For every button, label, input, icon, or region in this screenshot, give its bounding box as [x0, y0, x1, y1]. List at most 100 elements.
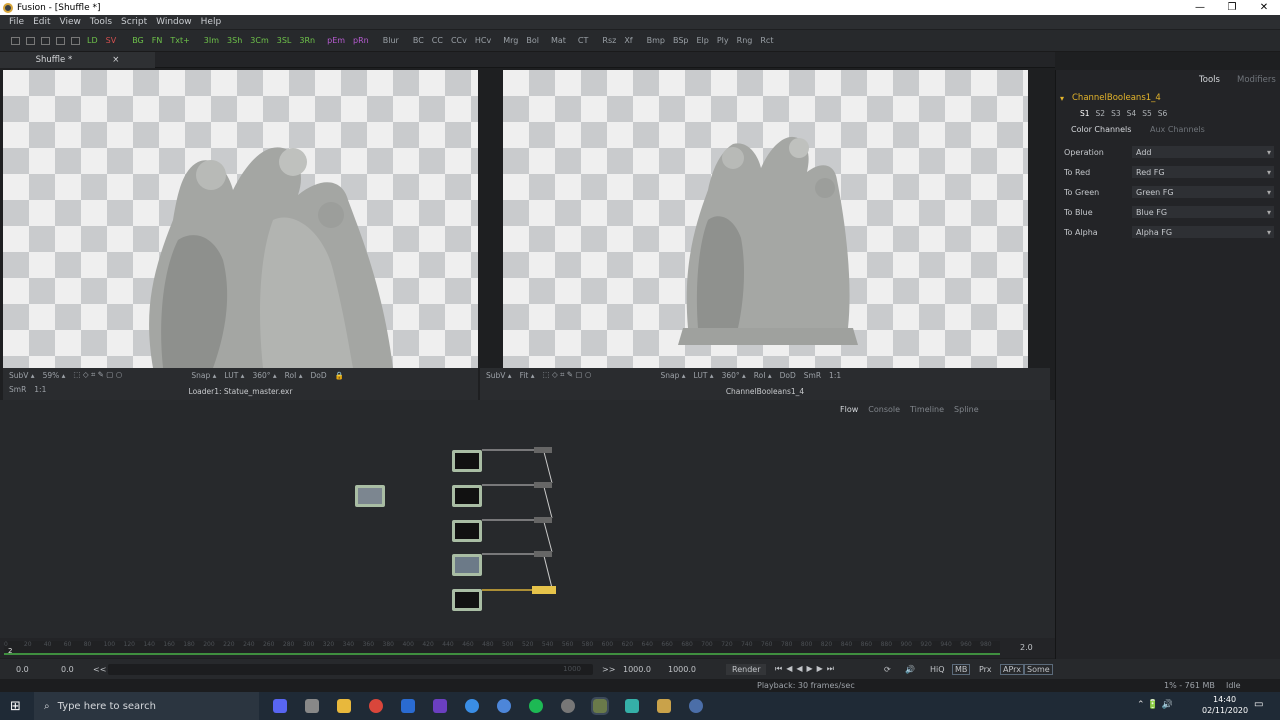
version-s4[interactable]: S4 [1127, 109, 1137, 118]
windows-start-icon[interactable]: ⊞ [10, 699, 21, 714]
chrome-icon[interactable] [369, 699, 383, 713]
tool-3d-image-button[interactable]: 3Im [200, 36, 223, 45]
version-s3[interactable]: S3 [1111, 109, 1121, 118]
tool-3d-shape-button[interactable]: 3Sh [223, 36, 246, 45]
some-button[interactable]: Some [1024, 663, 1053, 675]
version-s2[interactable]: S2 [1096, 109, 1106, 118]
subview-dropdown[interactable]: SubV ▴ [9, 371, 35, 380]
layout-icon[interactable] [11, 36, 20, 45]
fusion-taskbar-icon[interactable] [591, 697, 609, 715]
layout-icon[interactable] [26, 36, 35, 45]
time-ruler[interactable]: 0 20 40 60 80 100 120 140 160 180 200 220 240 260 280 3… [4, 641, 1000, 655]
global-start-field[interactable]: 0.0 [16, 665, 29, 674]
tool-cc-button[interactable]: CC [428, 36, 447, 45]
timeline-tab[interactable]: Timeline [910, 405, 944, 414]
menu-file[interactable]: File [9, 17, 24, 27]
viewer-tool-icons[interactable]: ⬚ ◇ ⌗ ✎ ▢ ○ [73, 370, 183, 380]
tool-polygon-button[interactable]: Ply [713, 36, 733, 45]
tool-transform-button[interactable]: Xf [620, 36, 636, 45]
tool-rectangle-button[interactable]: Rct [756, 36, 777, 45]
lut-dropdown[interactable]: LUT ▴ [694, 371, 714, 380]
360-dropdown[interactable]: 360° ▴ [252, 371, 276, 380]
360-dropdown[interactable]: 360° ▴ [722, 371, 746, 380]
global-end-field[interactable]: 1000.0 [668, 665, 696, 674]
tool-fastnoise-button[interactable]: FN [148, 36, 167, 45]
maximize-button[interactable]: ❐ [1216, 2, 1248, 13]
tool-merge-button[interactable]: Mrg [499, 36, 522, 45]
zoom-dropdown[interactable]: 59% ▴ [43, 371, 66, 380]
layout-icon[interactable] [56, 36, 65, 45]
range-end-button[interactable]: >> [602, 665, 615, 674]
snap-dropdown[interactable]: Snap ▴ [661, 371, 686, 380]
close-button[interactable]: ✕ [1248, 2, 1280, 13]
roi-dropdown[interactable]: RoI ▴ [754, 371, 772, 380]
version-s5[interactable]: S5 [1142, 109, 1152, 118]
range-start-button[interactable]: << [93, 665, 106, 674]
tool-blur-button[interactable]: Blur [379, 36, 403, 45]
spotify-icon[interactable] [529, 699, 543, 713]
dod-button[interactable]: DoD [311, 371, 327, 380]
hiq-button[interactable]: HiQ [930, 665, 945, 674]
render-end-field[interactable]: 1000.0 [623, 665, 651, 674]
menu-window[interactable]: Window [156, 17, 192, 27]
audio-icon[interactable]: 🔊 [905, 665, 915, 674]
close-tab-icon[interactable]: × [112, 55, 119, 65]
tool-hcv-button[interactable]: HCv [471, 36, 495, 45]
playback-controls[interactable]: ⏮◀◀▶▶⏭ [775, 664, 838, 674]
loop-icon[interactable]: ⟳ [884, 665, 891, 674]
menu-script[interactable]: Script [121, 17, 147, 27]
tool-matte-button[interactable]: Mat [547, 36, 570, 45]
obs-icon[interactable] [305, 699, 319, 713]
prx-button[interactable]: Prx [979, 665, 992, 674]
dod-button[interactable]: DoD [780, 371, 796, 380]
viewer-left[interactable] [3, 70, 478, 368]
tool-ct-button[interactable]: CT [574, 36, 592, 45]
menu-view[interactable]: View [60, 17, 81, 27]
notifications-icon[interactable]: ▭ [1254, 699, 1263, 710]
tool-bc-button[interactable]: BC [409, 36, 428, 45]
channel-node-2[interactable] [452, 485, 482, 507]
to-blue-dropdown[interactable]: Blue FG [1132, 206, 1274, 218]
taskbar-search[interactable]: ⌕ Type here to search [34, 692, 259, 720]
aprx-button[interactable]: APrx [1000, 663, 1024, 675]
to-alpha-dropdown[interactable]: Alpha FG [1132, 226, 1274, 238]
maya-icon[interactable] [625, 699, 639, 713]
app-icon[interactable] [433, 699, 447, 713]
tool-loader-button[interactable]: LD [83, 36, 102, 45]
loader-node[interactable] [355, 485, 385, 507]
lock-icon[interactable] [71, 36, 80, 45]
lock-icon[interactable]: 🔒 [335, 371, 344, 380]
blender-icon[interactable] [401, 699, 415, 713]
app-icon[interactable] [657, 699, 671, 713]
discord-icon[interactable] [273, 699, 287, 713]
minimize-button[interactable]: — [1184, 2, 1216, 13]
tool-resize-button[interactable]: Rsz [598, 36, 620, 45]
viewer-tool-icons[interactable]: ⬚ ◇ ⌗ ✎ ▢ ○ [543, 370, 653, 380]
render-button[interactable]: Render [726, 663, 767, 675]
tool-bspline-button[interactable]: BSp [669, 36, 693, 45]
tools-tab[interactable]: Tools [1199, 75, 1220, 85]
snap-dropdown[interactable]: Snap ▴ [191, 371, 216, 380]
tool-background-button[interactable]: BG [128, 36, 148, 45]
flow-tab[interactable]: Flow [840, 405, 858, 414]
subview-dropdown[interactable]: SubV ▴ [486, 371, 512, 380]
tool-particle-emitter-button[interactable]: pEm [323, 36, 349, 45]
spline-tab[interactable]: Spline [954, 405, 979, 414]
range-slider[interactable]: 1000 [108, 663, 593, 675]
lut-dropdown[interactable]: LUT ▴ [224, 371, 244, 380]
tool-boolean-button[interactable]: Bol [522, 36, 543, 45]
to-green-dropdown[interactable]: Green FG [1132, 186, 1274, 198]
tool-3d-camera-button[interactable]: 3Cm [246, 36, 272, 45]
davinci-icon[interactable] [689, 699, 703, 713]
roi-dropdown[interactable]: RoI ▴ [285, 371, 303, 380]
channel-node-5[interactable] [452, 589, 482, 611]
menu-help[interactable]: Help [201, 17, 222, 27]
channel-node-4[interactable] [452, 554, 482, 576]
tool-3d-render-button[interactable]: 3Rn [295, 36, 319, 45]
browser-icon[interactable] [497, 699, 511, 713]
channel-node-3[interactable] [452, 520, 482, 542]
menu-edit[interactable]: Edit [33, 17, 50, 27]
mb-button[interactable]: MB [952, 663, 971, 675]
app-icon[interactable] [465, 699, 479, 713]
operation-dropdown[interactable]: Add [1132, 146, 1274, 158]
